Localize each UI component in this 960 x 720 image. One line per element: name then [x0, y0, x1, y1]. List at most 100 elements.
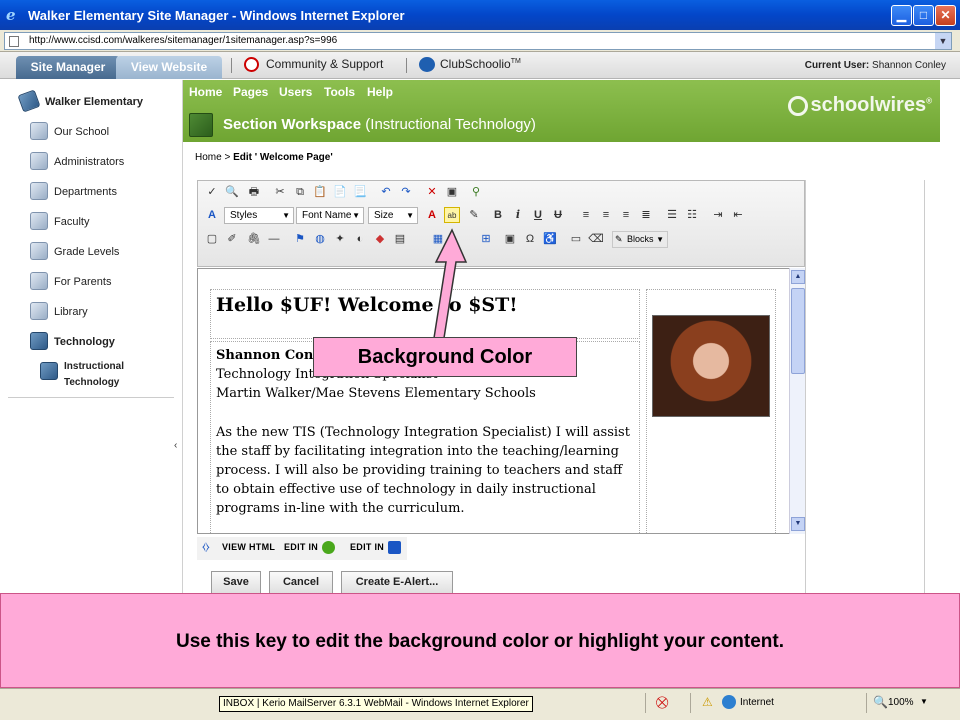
globe-icon [722, 695, 736, 709]
tab-view-website[interactable]: View Website [116, 56, 222, 79]
menu-users[interactable]: Users [279, 85, 312, 99]
edit-in-frontpage-button[interactable]: EDIT IN [350, 542, 384, 552]
sidebar-item-our-school[interactable]: Our School [54, 126, 109, 138]
delete-icon[interactable]: ✕ [424, 184, 440, 200]
copy-icon[interactable]: ⧉ [292, 184, 308, 200]
sidebar-item-faculty[interactable]: Faculty [54, 216, 89, 228]
maximize-button[interactable]: □ [913, 5, 934, 26]
address-input[interactable]: http://www.ccisd.com/walkeres/sitemanage… [4, 32, 952, 50]
ordered-list-icon[interactable]: ☰ [664, 207, 680, 223]
align-center-icon[interactable]: ≡ [598, 207, 614, 223]
image-map-icon[interactable]: ▣ [502, 231, 518, 247]
indent-icon[interactable]: ⇥ [710, 207, 726, 223]
save-button[interactable]: Save [211, 571, 261, 594]
underline-icon[interactable]: U [530, 207, 546, 223]
sidebar-item-library[interactable]: Library [54, 306, 88, 318]
sidebar-item-instructional-technology[interactable]: Instructional Technology [64, 359, 124, 391]
chevron-down-icon[interactable]: ▼ [935, 33, 951, 49]
profile-photo[interactable] [652, 315, 770, 417]
anchor-icon[interactable]: ⚑ [292, 231, 308, 247]
cancel-button[interactable]: Cancel [269, 571, 333, 594]
popup-blocked-icon[interactable]: ⛒ [656, 695, 670, 709]
sidebar-item-departments[interactable]: Departments [54, 186, 117, 198]
tab-site-manager[interactable]: Site Manager [16, 56, 120, 79]
frontpage-icon[interactable] [388, 541, 401, 554]
undo-icon[interactable]: ↶ [378, 184, 394, 200]
menu-pages[interactable]: Pages [233, 85, 268, 99]
edit-image-icon[interactable]: ✐ [224, 231, 240, 247]
sidebar-item-for-parents[interactable]: For Parents [54, 276, 111, 288]
justify-icon[interactable]: ≣ [638, 207, 654, 223]
close-button[interactable]: ✕ [935, 5, 956, 26]
accessibility-icon[interactable]: ♿ [542, 231, 558, 247]
italic-icon[interactable]: i [510, 207, 526, 223]
cut-icon[interactable]: ✂ [272, 184, 288, 200]
styles-select[interactable]: Styles ▼ [224, 207, 294, 224]
preview-icon[interactable]: ⚲ [468, 184, 484, 200]
spellcheck-icon[interactable]: ✓ [204, 184, 220, 200]
size-select-label: Size [374, 210, 394, 221]
menu-tools[interactable]: Tools [324, 85, 355, 99]
editor-content[interactable]: Hello $UF! Welcome to $ST! Shannon Conle… [197, 268, 805, 534]
module-icon[interactable]: ▣ [444, 184, 460, 200]
horizontal-rule-icon[interactable]: — [266, 231, 282, 247]
sidebar-school-title[interactable]: Walker Elementary [45, 96, 143, 108]
eraser-icon[interactable]: ⌫ [588, 231, 604, 247]
flash-icon[interactable]: ✦ [332, 231, 348, 247]
background-color-icon[interactable]: ab [444, 207, 460, 223]
view-html-button[interactable]: VIEW HTML [222, 542, 275, 552]
special-char-icon[interactable]: Ω [522, 231, 538, 247]
find-icon[interactable]: 🔍 [224, 184, 240, 200]
highlight-pen-icon[interactable]: ✎ [466, 207, 482, 223]
style-icon[interactable]: A [204, 207, 220, 223]
cell-icon[interactable]: ⊞ [478, 231, 494, 247]
dreamweaver-icon[interactable] [322, 541, 335, 554]
editor-scrollbar[interactable]: ▲ ▼ [789, 268, 805, 534]
form-icon[interactable]: ◆ [372, 231, 388, 247]
menu-home[interactable]: Home [189, 85, 222, 99]
scroll-down-icon[interactable]: ▼ [791, 517, 805, 531]
clubschoolio-icon[interactable] [419, 57, 435, 72]
align-right-icon[interactable]: ≡ [618, 207, 634, 223]
workspace-name: Section Workspace [223, 116, 362, 133]
font-name-select[interactable]: Font Name ▼ [296, 207, 364, 224]
collapse-arrow-icon[interactable]: ‹ [174, 440, 177, 451]
size-select[interactable]: Size ▼ [368, 207, 418, 224]
sidebar-item-technology[interactable]: Technology [54, 336, 115, 348]
scroll-thumb[interactable] [791, 288, 805, 374]
blocks-select[interactable]: ✎ Blocks ▼ [612, 231, 668, 248]
template-icon[interactable]: ▤ [392, 231, 408, 247]
table-icon[interactable]: ▦ [430, 231, 446, 247]
lifebuoy-icon[interactable] [244, 57, 259, 72]
clubschoolio-link[interactable]: ClubSchoolioTM [440, 57, 521, 71]
paste-text-icon[interactable]: 📄 [332, 184, 348, 200]
sidebar-item-grade-levels[interactable]: Grade Levels [54, 246, 119, 258]
bullet-list-icon[interactable]: ☷ [684, 207, 700, 223]
paste-word-icon[interactable]: 📃 [352, 184, 368, 200]
breadcrumb-home[interactable]: Home [195, 152, 222, 163]
attachment-icon[interactable]: 🖇 [246, 231, 262, 247]
source-icon[interactable]: ▭ [568, 231, 584, 247]
chevron-down-icon[interactable]: ▼ [920, 697, 928, 706]
edit-in-dreamweaver-button[interactable]: EDIT IN [284, 542, 318, 552]
align-left-icon[interactable]: ≡ [578, 207, 594, 223]
bold-icon[interactable]: B [490, 207, 506, 223]
outdent-icon[interactable]: ⇤ [730, 207, 746, 223]
strikethrough-icon[interactable]: U [550, 207, 566, 223]
status-divider [866, 693, 867, 713]
image-icon[interactable]: ▢ [204, 231, 220, 247]
menu-help[interactable]: Help [367, 85, 393, 99]
link-icon[interactable]: ◍ [312, 231, 328, 247]
media-icon[interactable]: ◐ [352, 231, 368, 247]
security-warning-icon[interactable]: ⚠ [702, 695, 716, 709]
create-ealert-button[interactable]: Create E-Alert... [341, 571, 453, 594]
font-color-icon[interactable]: A [424, 207, 440, 223]
scroll-up-icon[interactable]: ▲ [791, 270, 805, 284]
redo-icon[interactable]: ↷ [398, 184, 414, 200]
community-support-link[interactable]: Community & Support [266, 57, 383, 71]
paste-icon[interactable]: 📋 [312, 184, 328, 200]
sidebar-item-administrators[interactable]: Administrators [54, 156, 124, 168]
zoom-level[interactable]: 100% [888, 697, 914, 708]
minimize-button[interactable]: ▁ [891, 5, 912, 26]
print-icon[interactable]: 🖶 [246, 184, 262, 200]
